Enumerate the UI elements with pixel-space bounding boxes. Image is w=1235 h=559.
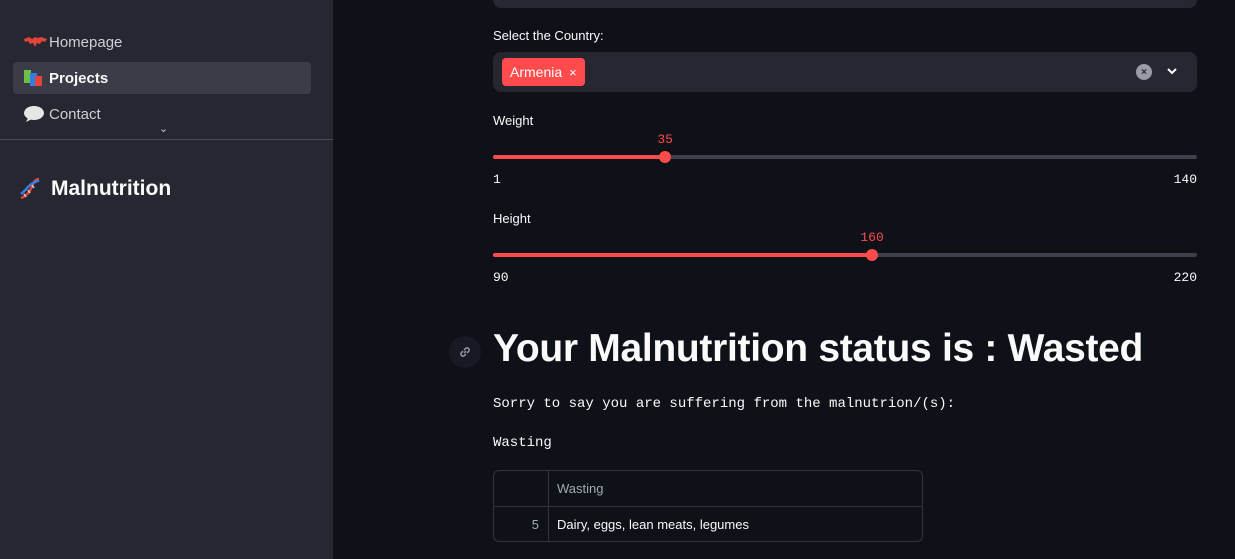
nav-item-homepage[interactable]: Homepage: [13, 26, 311, 58]
nav-label-contact: Contact: [49, 105, 101, 123]
table-row-index: 5: [494, 507, 549, 541]
nav-item-projects[interactable]: Projects: [13, 62, 311, 94]
weight-slider-fill: [493, 155, 666, 159]
books-icon: [23, 69, 49, 87]
result-condition: Wasting: [493, 435, 552, 451]
height-slider-value: 160: [860, 230, 884, 245]
height-label: Height: [493, 211, 531, 226]
sidebar-divider: [0, 139, 333, 140]
chevron-down-icon[interactable]: ⌄: [159, 122, 168, 135]
sidebar-title-text: Malnutrition: [51, 177, 172, 200]
link-icon[interactable]: [449, 336, 481, 368]
table-column-header[interactable]: Wasting: [549, 471, 922, 506]
weight-slider-value: 35: [657, 132, 673, 147]
weight-slider[interactable]: 35: [493, 132, 1197, 163]
world-map-icon: [23, 33, 49, 51]
country-tag[interactable]: Armenia ×: [502, 58, 585, 86]
table-cell[interactable]: Dairy, eggs, lean meats, legumes: [549, 507, 922, 541]
country-label: Select the Country:: [493, 28, 604, 43]
recommendation-table: Wasting 5 Dairy, eggs, lean meats, legum…: [493, 470, 923, 542]
result-heading: Your Malnutrition status is : Wasted: [493, 327, 1144, 370]
table-row: 5 Dairy, eggs, lean meats, legumes: [494, 507, 922, 541]
country-multiselect[interactable]: Armenia × ×: [493, 52, 1197, 92]
country-tag-label: Armenia: [510, 64, 563, 80]
height-slider-thumb[interactable]: [866, 249, 879, 261]
sidebar: Homepage Projects Contact ⌄ Malnutrition: [0, 0, 333, 559]
height-slider[interactable]: 160: [493, 230, 1197, 261]
weight-label: Weight: [493, 113, 534, 128]
table-index-header: [494, 471, 549, 506]
height-max-label: 220: [1173, 270, 1197, 285]
speech-bubble-icon: [23, 105, 49, 123]
dna-icon: [20, 177, 40, 200]
top-input-field[interactable]: [493, 0, 1197, 8]
main-content: Select the Country: Armenia × × Weight 3…: [333, 0, 1235, 559]
table-header-row: Wasting: [494, 471, 922, 507]
nav-label-projects: Projects: [49, 69, 109, 87]
height-slider-fill: [493, 253, 873, 257]
sidebar-title: Malnutrition: [17, 176, 171, 202]
chevron-down-icon[interactable]: [1165, 64, 1179, 78]
result-message: Sorry to say you are suffering from the …: [493, 396, 956, 412]
nav-label-homepage: Homepage: [49, 33, 123, 51]
weight-slider-thumb[interactable]: [659, 151, 672, 163]
height-min-label: 90: [493, 270, 509, 285]
weight-min-label: 1: [493, 172, 501, 187]
weight-max-label: 140: [1173, 172, 1197, 187]
tag-remove-icon[interactable]: ×: [569, 65, 577, 80]
clear-icon[interactable]: ×: [1136, 64, 1152, 80]
